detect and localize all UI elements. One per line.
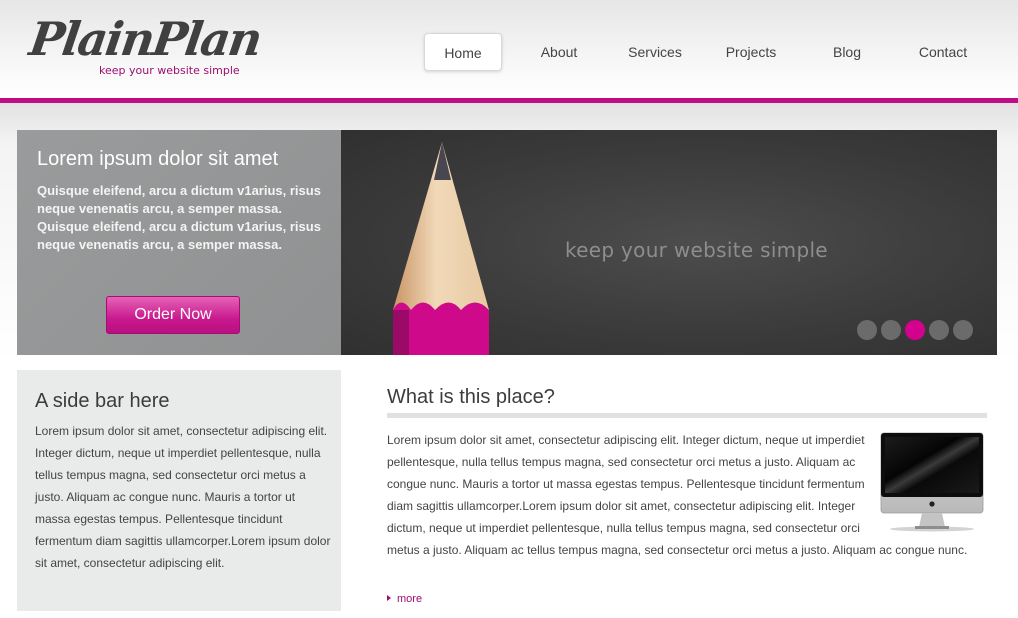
slide-dot-5[interactable] (953, 320, 973, 340)
imac-icon (880, 432, 984, 532)
site-header: PlainPlan keep your website simple Home … (0, 0, 1018, 98)
nav-about[interactable]: About (520, 33, 598, 71)
intro-text: Quisque eleifend, arcu a dictum v1arius,… (37, 183, 321, 252)
title-divider (387, 413, 987, 418)
more-link[interactable]: more (387, 593, 422, 605)
order-now-button[interactable]: Order Now (106, 296, 240, 334)
intro-title: Lorem ipsum dolor sit amet (37, 148, 279, 170)
nav-home[interactable]: Home (424, 33, 502, 71)
main-content: Lorem ipsum dolor sit amet, consectetur … (387, 429, 989, 561)
nav-blog[interactable]: Blog (808, 33, 886, 71)
nav-services[interactable]: Services (616, 33, 694, 71)
sidebar: A side bar here Lorem ipsum dolor sit am… (17, 370, 341, 611)
slide-dot-2[interactable] (881, 320, 901, 340)
slide-dot-4[interactable] (929, 320, 949, 340)
nav-contact[interactable]: Contact (904, 33, 982, 71)
sidebar-text: Lorem ipsum dolor sit amet, consectetur … (35, 424, 331, 570)
hero-slider: keep your website simple (341, 130, 997, 355)
main-title: What is this place? (387, 386, 555, 408)
pencil-icon (393, 142, 489, 355)
sidebar-title: A side bar here (35, 390, 170, 412)
slide-caption: keep your website simple (565, 238, 828, 262)
logo[interactable]: PlainPlan (26, 12, 264, 66)
more-label: more (397, 593, 423, 605)
tagline: keep your website simple (99, 64, 240, 77)
nav-projects[interactable]: Projects (712, 33, 790, 71)
triangle-right-icon (387, 595, 391, 601)
slide-dot-3[interactable] (905, 320, 925, 340)
intro-panel: Lorem ipsum dolor sit amet Quisque eleif… (17, 130, 341, 355)
slide-dot-1[interactable] (857, 320, 877, 340)
